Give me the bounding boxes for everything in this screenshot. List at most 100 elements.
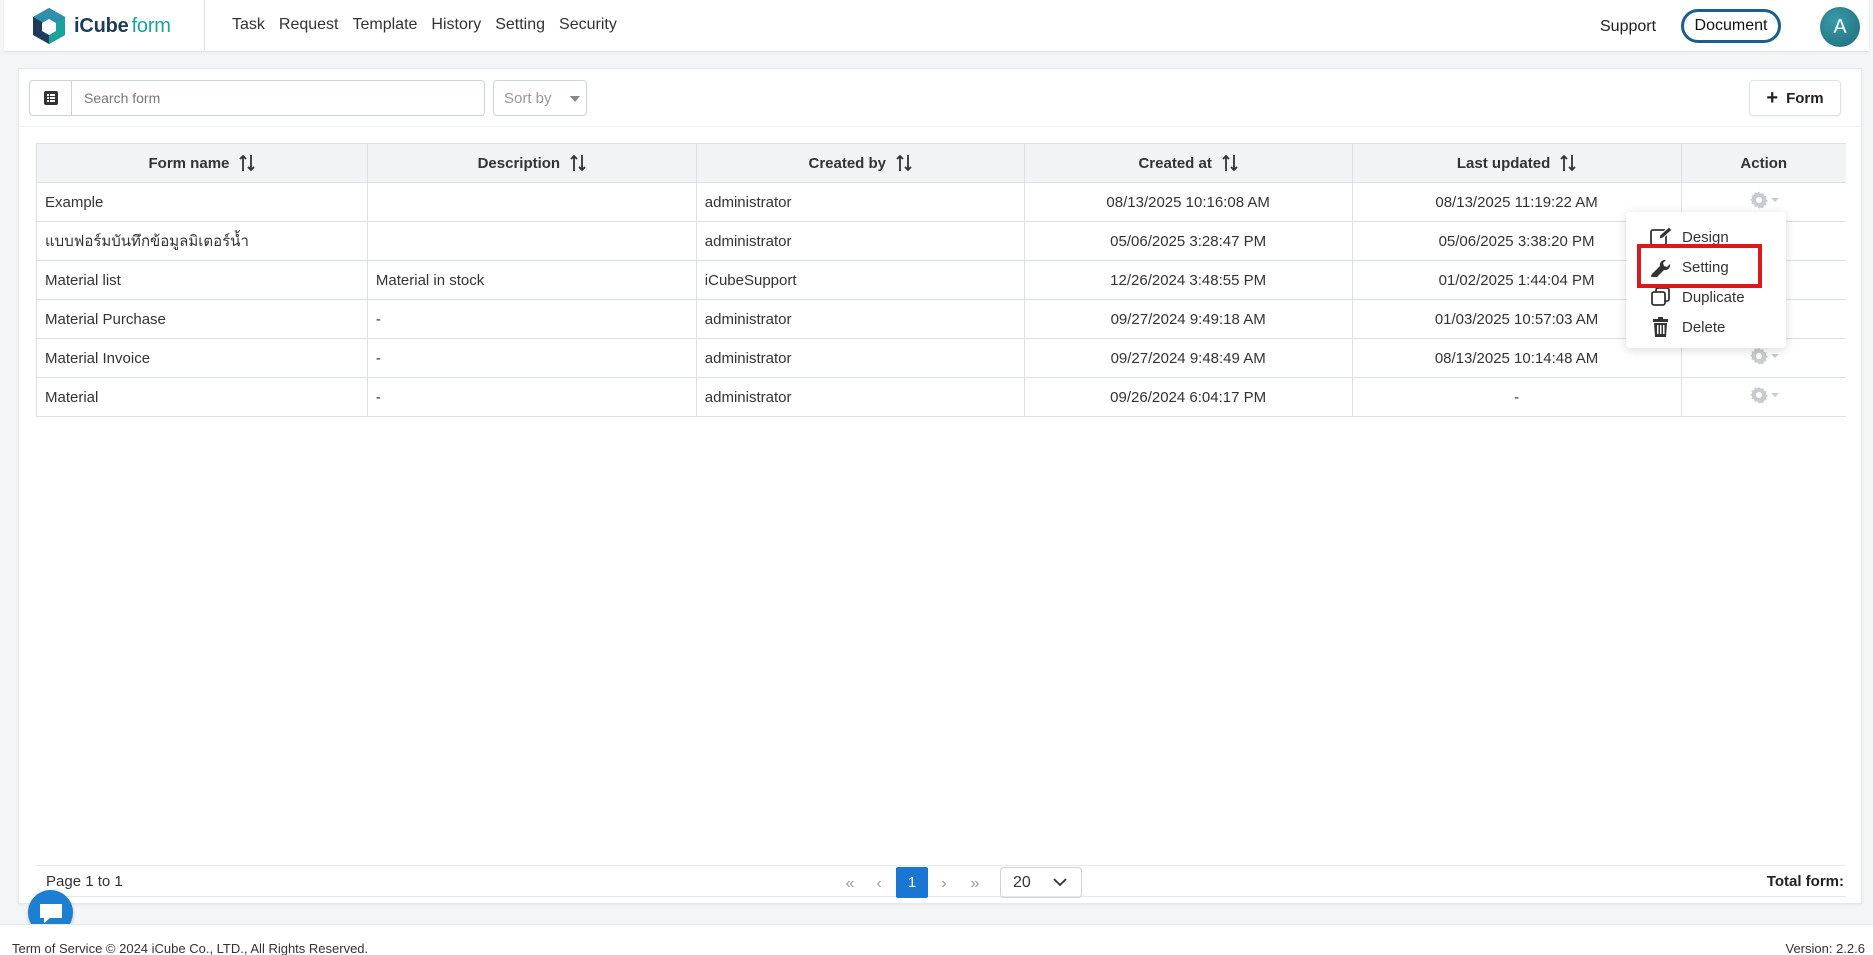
cell-form-name[interactable]: Material [36,377,368,417]
top-navbar: iCube form Task Request Template History … [4,0,1869,52]
sort-select[interactable]: Sort by [493,80,587,116]
table-row[interactable]: แบบฟอร์มบันทึกข้อมูลมิเตอร์น้ำ administr… [36,221,1846,261]
cell-description: Material in stock [366,260,697,300]
document-button[interactable]: Document [1681,9,1781,43]
sort-icon [239,154,256,172]
page-number-current[interactable]: 1 [896,867,928,898]
forms-table: Form name Description Created by Created… [36,143,1846,417]
cell-created-at: 08/13/2025 10:16:08 AM [1023,182,1353,222]
trash-icon [1653,317,1668,337]
copy-icon [1651,287,1670,306]
nav-setting[interactable]: Setting [495,16,545,34]
col-description[interactable]: Description [366,143,697,183]
cell-created-at: 12/26/2024 3:48:55 PM [1023,260,1353,300]
nav-security[interactable]: Security [559,16,617,34]
gear-dropdown-button[interactable] [1749,190,1779,210]
highlight-box [1637,244,1762,288]
sort-icon [570,154,586,172]
chevron-down-icon [1770,198,1779,202]
table-row[interactable]: Material list Material in stock iCubeSup… [36,260,1846,300]
gear-icon [1749,191,1768,209]
cell-form-name[interactable]: Example [36,182,368,222]
page-size-select[interactable]: 20 [1000,867,1082,898]
cell-description [366,221,697,261]
page-info: Page 1 to 1 [46,873,123,890]
col-created-by[interactable]: Created by [695,143,1025,183]
cell-created-by: administrator [695,221,1025,261]
copyright-text: Term of Service © 2024 iCube Co., LTD., … [12,941,369,955]
chevron-down-icon [1770,354,1779,358]
first-page-icon[interactable]: « [836,870,864,898]
cell-description: - [366,299,697,339]
menu-item-label: Delete [1682,318,1726,336]
nav-request[interactable]: Request [279,16,339,34]
chat-icon [39,903,62,923]
cell-form-name[interactable]: แบบฟอร์มบันทึกข้อมูลมิเตอร์น้ำ [36,221,368,261]
menu-item-delete[interactable]: Delete [1650,314,1725,340]
cell-created-at: 05/06/2025 3:28:47 PM [1023,221,1353,261]
cell-created-by: administrator [695,182,1025,222]
cell-form-name[interactable]: Material Purchase [36,299,368,339]
menu-item-label: Design [1682,228,1729,246]
gear-icon [1749,347,1768,365]
add-form-label: Form [1786,89,1824,107]
table-row[interactable]: Material Purchase - administrator 09/27/… [36,299,1846,339]
cell-created-by: administrator [695,377,1025,417]
page-size-value: 20 [1013,873,1031,891]
prev-page-icon[interactable]: ‹ [865,870,893,898]
table-row[interactable]: Example administrator 08/13/2025 10:16:0… [36,182,1846,222]
gear-icon [1749,386,1768,404]
cell-created-at: 09/27/2024 9:48:49 AM [1023,338,1353,378]
chevron-down-icon [1770,393,1779,397]
avatar[interactable]: A [1820,7,1860,47]
list-icon [43,91,58,105]
cell-description: - [366,338,697,378]
cell-description [366,182,697,222]
cell-form-name[interactable]: Material list [36,260,368,300]
next-page-icon[interactable]: › [930,870,958,898]
pagination-bar: Page 1 to 1 « ‹ 1 › » 20 Total form: [36,865,1846,898]
sort-label: Sort by [504,89,552,107]
sort-icon [1560,154,1576,172]
last-page-icon[interactable]: » [961,870,989,898]
brand-logo[interactable]: iCube form [30,5,171,47]
table-row[interactable]: Material Invoice - administrator 09/27/2… [36,338,1846,378]
version-text: Version: 2.2.6 [1785,941,1866,955]
table-row[interactable]: Material - administrator 09/26/2024 6:04… [36,377,1846,417]
cell-created-at: 09/26/2024 6:04:17 PM [1023,377,1353,417]
sort-icon [1222,154,1238,172]
col-created-at[interactable]: Created at [1023,143,1353,183]
brand-name: iCube form [74,14,171,37]
cell-created-at: 09/27/2024 9:49:18 AM [1023,299,1353,339]
search-input[interactable] [71,80,485,116]
caret-down-icon [570,96,580,102]
nav-template[interactable]: Template [353,16,418,34]
cell-last-updated: - [1351,377,1682,417]
divider [204,0,205,52]
forms-panel: Sort by + Form Form name Description Cre… [18,68,1862,904]
cell-form-name[interactable]: Material Invoice [36,338,368,378]
plus-icon: + [1766,87,1779,109]
gear-dropdown-button[interactable] [1749,346,1779,366]
cell-action [1680,377,1846,417]
list-view-button[interactable] [29,80,71,116]
add-form-button[interactable]: + Form [1749,80,1841,116]
cell-created-by: administrator [695,338,1025,378]
footer: Term of Service © 2024 iCube Co., LTD., … [0,924,1873,955]
cell-created-by: iCubeSupport [695,260,1025,300]
menu-item-label: Duplicate [1682,288,1745,306]
cell-created-by: administrator [695,299,1025,339]
support-link[interactable]: Support [1600,18,1656,36]
divider [19,126,1861,127]
gear-dropdown-button[interactable] [1749,385,1779,405]
nav-task[interactable]: Task [232,16,265,34]
cell-description: - [366,377,697,417]
total-forms-label: Total form: [1766,873,1844,890]
chevron-down-icon [1053,878,1067,887]
sort-icon [896,154,912,172]
col-form-name[interactable]: Form name [36,143,368,183]
nav-history[interactable]: History [431,16,481,34]
cube-logo-icon [33,8,65,44]
main-nav: Task Request Template History Setting Se… [232,16,617,34]
col-last-updated[interactable]: Last updated [1351,143,1682,183]
